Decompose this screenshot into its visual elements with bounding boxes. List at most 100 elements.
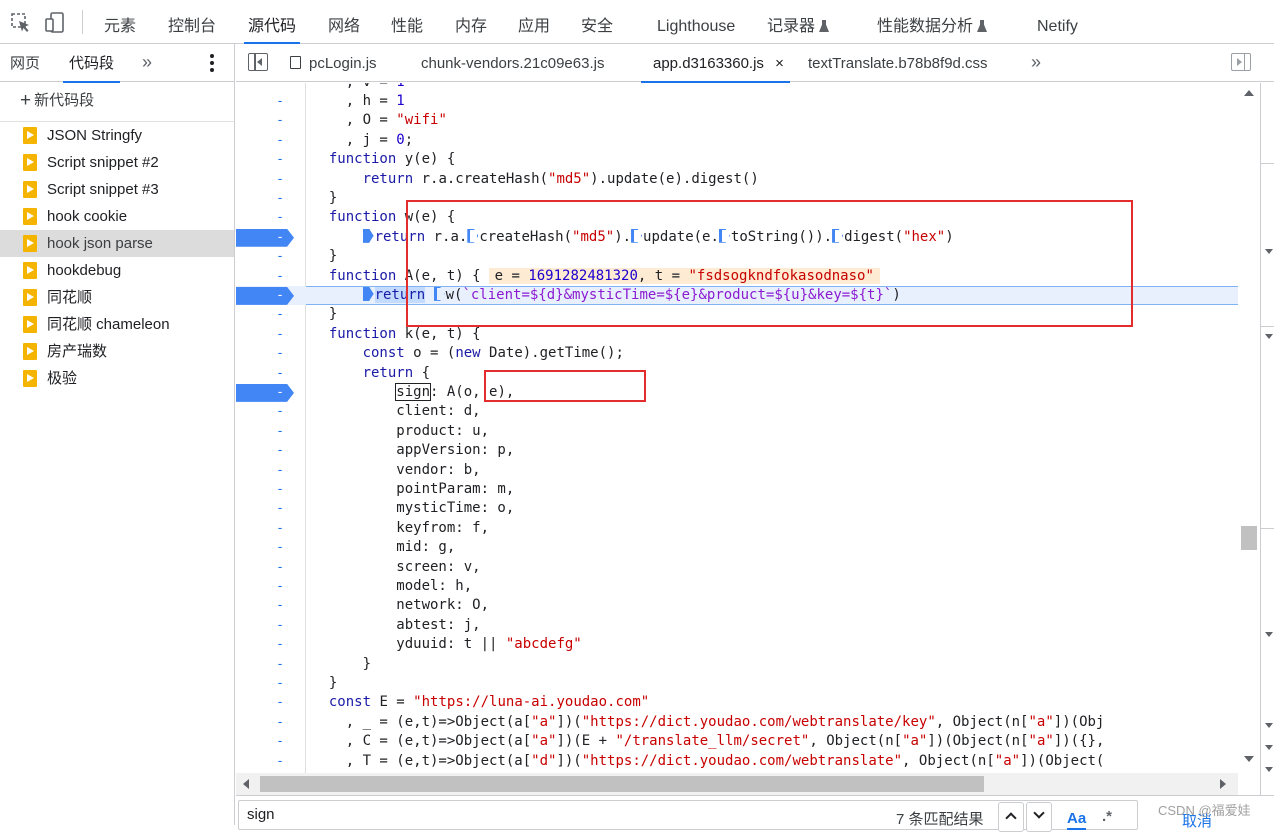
code-text: const o = (new Date).getTime(); — [362, 345, 624, 362]
line-number[interactable]: - — [236, 325, 306, 344]
breakpoint-marker[interactable]: - — [236, 228, 306, 247]
code-editor[interactable]: - , v = 1- , h = 1- , O = "wifi"- , j = … — [236, 83, 1238, 773]
close-tab-icon[interactable]: × — [775, 44, 784, 84]
scroll-down-icon[interactable] — [1244, 756, 1254, 762]
line-number[interactable]: - — [236, 189, 306, 208]
line-number[interactable]: - — [236, 267, 306, 286]
line-number[interactable]: - — [236, 208, 306, 227]
line-number[interactable]: - — [236, 616, 306, 635]
inspect-element-icon[interactable] — [10, 12, 32, 34]
file-tab[interactable]: chunk-vendors.21c09e63.js — [421, 44, 604, 82]
tab-netify[interactable]: Netify — [1037, 0, 1078, 44]
file-tab[interactable]: pcLogin.js — [290, 44, 377, 82]
line-number[interactable]: - — [236, 558, 306, 577]
tab-application[interactable]: 应用 — [518, 0, 550, 44]
tab-recorder[interactable]: 记录器 — [767, 0, 830, 44]
line-number[interactable]: - — [236, 519, 306, 538]
line-number[interactable]: - — [236, 364, 306, 383]
scroll-left-icon[interactable] — [243, 779, 249, 789]
snippet-file-icon — [23, 127, 37, 144]
tab-performance[interactable]: 性能 — [391, 0, 423, 44]
line-number[interactable]: - — [236, 635, 306, 654]
more-options-icon[interactable] — [210, 54, 214, 72]
device-toolbar-icon[interactable] — [44, 12, 66, 34]
chevron-down-icon[interactable] — [1265, 334, 1273, 339]
line-number[interactable]: - — [236, 111, 306, 130]
tab-sources[interactable]: 源代码 — [243, 0, 301, 44]
line-number[interactable]: - — [236, 752, 306, 771]
code-text: } — [312, 674, 338, 691]
line-number[interactable]: - — [236, 247, 306, 266]
snippet-label: hook cookie — [47, 208, 128, 225]
tab-lighthouse[interactable]: Lighthouse — [657, 0, 735, 44]
file-tab[interactable]: textTranslate.b78b8f9d.css — [808, 44, 988, 82]
previous-match-button[interactable] — [998, 802, 1024, 832]
snippet-item[interactable]: JSON Stringfy — [0, 122, 234, 149]
code-line: - return w(`client=${d}&mysticTime=${e}&… — [236, 285, 1238, 306]
line-number[interactable]: - — [236, 538, 306, 557]
snippet-item[interactable]: hook cookie — [0, 203, 234, 230]
line-number[interactable]: - — [236, 83, 306, 92]
line-number[interactable]: - — [236, 577, 306, 596]
chevron-down-icon[interactable] — [1265, 723, 1273, 728]
scroll-up-icon[interactable] — [1244, 90, 1254, 96]
line-number[interactable]: - — [236, 92, 306, 111]
tab-network[interactable]: 网络 — [328, 0, 360, 44]
tab-console[interactable]: 控制台 — [168, 0, 216, 44]
code-text: sign: A(o, e), — [395, 382, 515, 401]
line-number[interactable]: - — [236, 655, 306, 674]
tab-performance-insights[interactable]: 性能数据分析 — [877, 0, 988, 44]
chevron-down-icon[interactable] — [1265, 632, 1273, 637]
snippet-item-selected[interactable]: hook json parse — [0, 230, 234, 257]
scroll-thumb[interactable] — [1241, 526, 1257, 550]
file-tab-active[interactable]: app.d3163360.js × — [641, 44, 790, 83]
snippet-item[interactable]: 同花顺 — [0, 284, 234, 311]
line-number[interactable]: - — [236, 693, 306, 712]
chevron-down-icon[interactable] — [1265, 767, 1273, 772]
horizontal-scrollbar[interactable] — [236, 773, 1238, 795]
line-number[interactable]: - — [236, 344, 306, 363]
more-tabs-icon[interactable]: » — [142, 52, 152, 73]
line-number[interactable]: - — [236, 422, 306, 441]
file-tab-label: app.d3163360.js — [653, 55, 764, 72]
line-number[interactable]: - — [236, 499, 306, 518]
scroll-right-icon[interactable] — [1220, 779, 1226, 789]
line-number[interactable]: - — [236, 441, 306, 460]
line-number[interactable]: - — [236, 305, 306, 324]
line-number[interactable]: - — [236, 732, 306, 751]
tab-page[interactable]: 网页 — [10, 44, 40, 82]
breakpoint-marker[interactable]: - — [236, 383, 306, 402]
new-snippet-button[interactable]: + 新代码段 — [20, 89, 94, 112]
breakpoint-marker[interactable]: - — [236, 286, 306, 305]
tab-memory[interactable]: 内存 — [455, 0, 487, 44]
more-file-tabs-icon[interactable]: » — [1031, 52, 1041, 73]
line-number[interactable]: - — [236, 402, 306, 421]
line-number[interactable]: - — [236, 713, 306, 732]
snippet-item[interactable]: Script snippet #2 — [0, 149, 234, 176]
scroll-thumb[interactable] — [260, 776, 984, 792]
line-number[interactable]: - — [236, 461, 306, 480]
toggle-navigator-icon[interactable] — [248, 53, 268, 71]
line-number[interactable]: - — [236, 674, 306, 693]
line-number[interactable]: - — [236, 480, 306, 499]
snippet-item[interactable]: 极验 — [0, 365, 234, 392]
chevron-down-icon[interactable] — [1265, 745, 1273, 750]
chevron-down-icon[interactable] — [1265, 249, 1273, 254]
snippet-item[interactable]: Script snippet #3 — [0, 176, 234, 203]
search-match-highlight: sign — [395, 382, 432, 401]
match-case-toggle[interactable]: Aa — [1067, 810, 1087, 830]
line-number[interactable]: - — [236, 131, 306, 150]
snippet-item[interactable]: 房产瑞数 — [0, 338, 234, 365]
vertical-scrollbar[interactable] — [1238, 83, 1260, 773]
line-number[interactable]: - — [236, 150, 306, 169]
snippet-item[interactable]: hookdebug — [0, 257, 234, 284]
tab-security[interactable]: 安全 — [581, 0, 613, 44]
line-number[interactable]: - — [236, 170, 306, 189]
tab-elements[interactable]: 元素 — [104, 0, 136, 44]
tab-snippets[interactable]: 代码段 — [62, 44, 121, 83]
regex-toggle[interactable]: .* — [1102, 808, 1112, 825]
snippet-item[interactable]: 同花顺 chameleon — [0, 311, 234, 338]
toggle-debugger-icon[interactable] — [1231, 53, 1251, 71]
next-match-button[interactable] — [1026, 802, 1052, 832]
line-number[interactable]: - — [236, 596, 306, 615]
